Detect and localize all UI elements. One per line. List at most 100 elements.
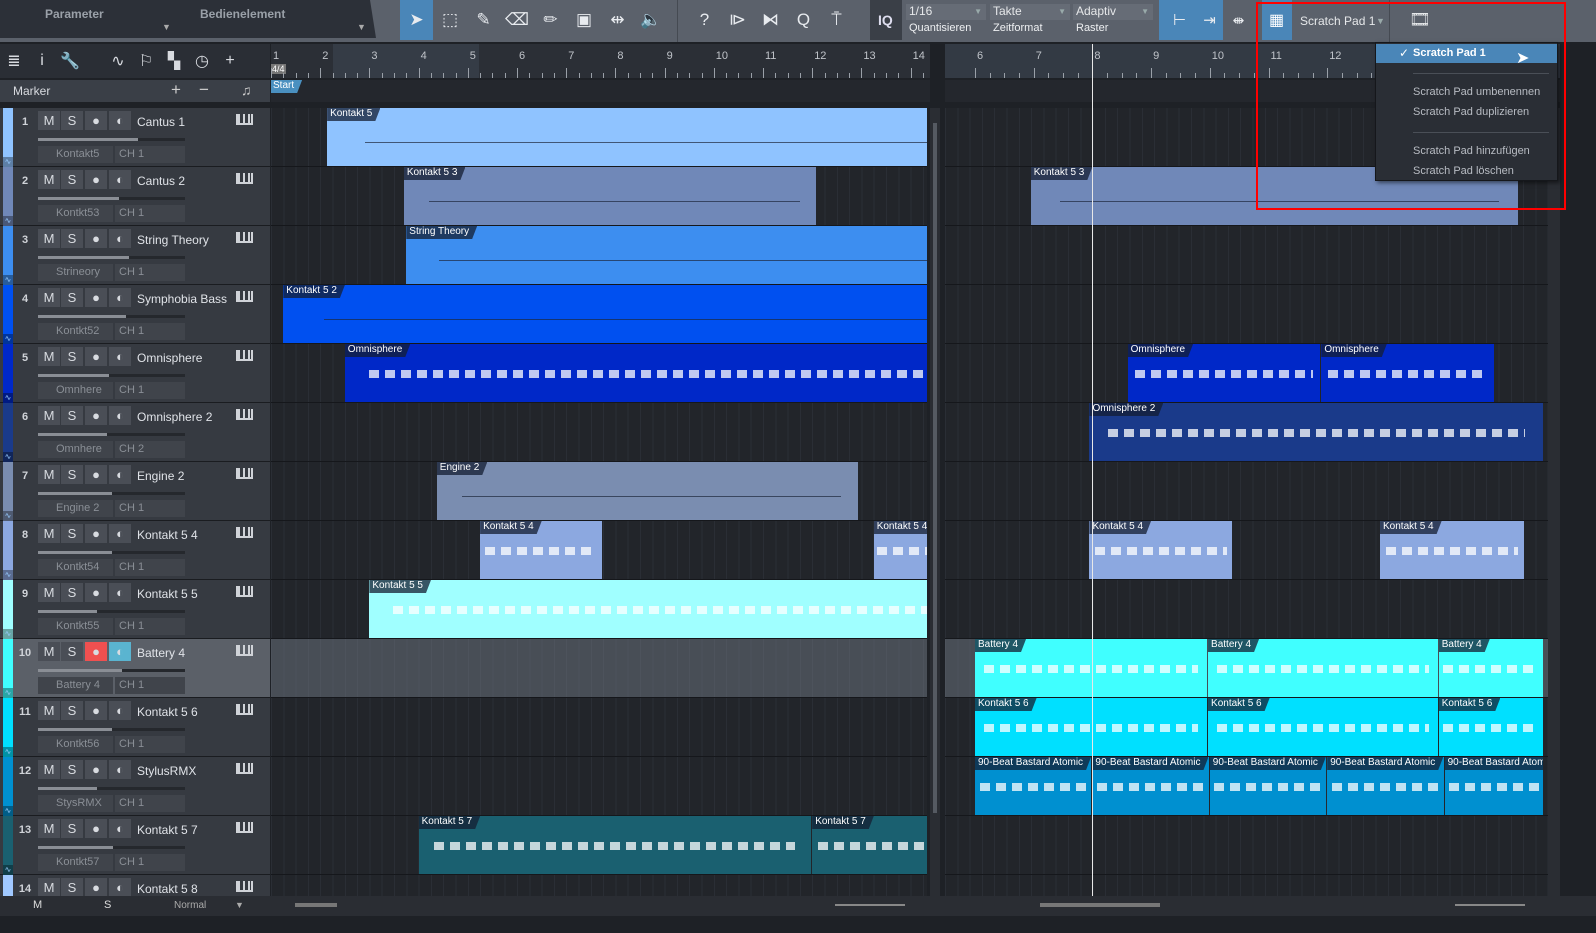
solo-button[interactable]: S — [61, 878, 83, 896]
instrument-piano-icon[interactable] — [236, 409, 253, 420]
track-name[interactable]: Omnisphere — [137, 351, 202, 365]
clip[interactable]: Battery 4 — [1438, 639, 1544, 697]
automation-icon[interactable]: ∿ — [3, 629, 13, 639]
folder-icon[interactable]: ▚ — [160, 51, 188, 71]
menu-item-duplicate[interactable]: Scratch Pad duplizieren — [1413, 106, 1529, 118]
automation-icon[interactable]: ∿ — [3, 570, 13, 580]
channel-select[interactable]: CH 1 — [115, 677, 185, 694]
iq-button[interactable]: IQ — [878, 12, 893, 28]
clip[interactable]: Omnisphere 2 — [1089, 403, 1544, 461]
menu-item-delete[interactable]: Scratch Pad löschen — [1413, 165, 1514, 177]
chevron-down-icon[interactable]: ▼ — [1376, 16, 1385, 26]
monitor-button[interactable]: ◐ — [109, 760, 131, 779]
record-button[interactable]: ● — [85, 878, 107, 896]
track-header[interactable]: ∿ 13 M S ● ◐ Kontakt 5 7 Kontkt57 CH 1 — [0, 816, 270, 875]
clip[interactable]: Omnisphere — [1321, 344, 1495, 402]
clip[interactable]: Kontakt 5 7 — [812, 816, 927, 874]
volume-fader[interactable] — [38, 787, 185, 790]
clip[interactable]: Kontakt 5 — [327, 108, 927, 166]
record-button[interactable]: ● — [85, 465, 107, 484]
volume-fader[interactable] — [38, 138, 185, 141]
track-header[interactable]: ∿ 11 M S ● ◐ Kontakt 5 6 Kontkt56 CH 1 — [0, 698, 270, 757]
record-button[interactable]: ● — [85, 170, 107, 189]
channel-select[interactable]: CH 1 — [115, 795, 185, 812]
track-name[interactable]: Kontakt 5 4 — [137, 528, 198, 542]
zoom-slider[interactable] — [835, 904, 905, 906]
monitor-button[interactable]: ◐ — [109, 878, 131, 896]
clip[interactable]: 90-Beat Bastard Atomic — [975, 757, 1092, 815]
channel-select[interactable]: CH 1 — [115, 205, 185, 222]
control-dropdown-icon[interactable]: ▼ — [357, 22, 366, 32]
instrument-piano-icon[interactable] — [236, 763, 253, 774]
clip[interactable]: Kontakt 5 4 — [873, 521, 927, 579]
record-button[interactable]: ● — [85, 760, 107, 779]
track-name[interactable]: String Theory — [137, 233, 209, 247]
monitor-button[interactable]: ◐ — [109, 524, 131, 543]
mute-button[interactable]: M — [38, 583, 60, 602]
track-header[interactable]: ∿ 12 M S ● ◐ StylusRMX StysRMX CH 1 — [0, 757, 270, 816]
track-name[interactable]: Kontakt 5 8 — [137, 882, 198, 896]
track-header[interactable]: ∿ 5 M S ● ◐ Omnisphere Omnhere CH 1 — [0, 344, 270, 403]
monitor-button[interactable]: ◐ — [109, 701, 131, 720]
range-tool-icon[interactable]: ⬚ — [434, 0, 467, 40]
solo-button[interactable]: S — [61, 111, 83, 130]
record-button[interactable]: ● — [85, 406, 107, 425]
clip[interactable]: Kontakt 5 6 — [1438, 698, 1544, 756]
mute-button[interactable]: M — [38, 465, 60, 484]
wrench-icon[interactable]: 🔧 — [56, 51, 84, 71]
mute-button[interactable]: M — [38, 760, 60, 779]
monitor-button[interactable]: ◐ — [109, 819, 131, 838]
mute-button[interactable]: M — [38, 288, 60, 307]
clip[interactable]: Omnisphere — [344, 344, 927, 402]
volume-fader[interactable] — [38, 492, 185, 495]
clip[interactable]: Engine 2 — [436, 462, 858, 520]
track-name[interactable]: Symphobia Bass — [137, 292, 227, 306]
scratch-zoom-slider[interactable] — [1455, 904, 1525, 906]
audio-bend-icon[interactable]: ⧐ — [721, 0, 754, 40]
bend-tool-icon[interactable]: ⇹ — [601, 0, 634, 40]
solo-button[interactable]: S — [61, 819, 83, 838]
automation-icon[interactable]: ∿ — [3, 865, 13, 875]
solo-button[interactable]: S — [61, 229, 83, 248]
listen-tool-icon[interactable]: 🔈 — [635, 0, 668, 40]
quantize-q-icon[interactable]: Q — [787, 0, 820, 40]
clip[interactable]: Omnisphere — [1127, 344, 1321, 402]
track-header[interactable]: ∿ 3 M S ● ◐ String Theory Strineory CH 1 — [0, 226, 270, 285]
paint-tool-icon[interactable]: ✏ — [534, 0, 567, 40]
mute-all-button[interactable]: M — [33, 899, 42, 911]
transient-icon[interactable]: ⧑ — [754, 0, 787, 40]
channel-select[interactable]: CH 1 — [115, 854, 185, 871]
instrument-piano-icon[interactable] — [236, 350, 253, 361]
instrument-select[interactable]: Kontakt5 — [38, 146, 113, 163]
track-header[interactable]: ∿ 10 M S ● ◐ Battery 4 Battery 4 CH 1 — [0, 639, 270, 698]
record-button[interactable]: ● — [85, 524, 107, 543]
mute-button[interactable]: M — [38, 701, 60, 720]
solo-all-button[interactable]: S — [104, 899, 111, 911]
clip[interactable]: Kontakt 5 5 — [369, 580, 927, 638]
channel-select[interactable]: CH 1 — [115, 146, 185, 163]
record-button[interactable]: ● — [85, 111, 107, 130]
chevron-down-icon[interactable]: ▼ — [235, 900, 244, 910]
instrument-select[interactable]: Kontkt56 — [38, 736, 113, 753]
clip[interactable]: Kontakt 5 4 — [1089, 521, 1233, 579]
channel-select[interactable]: CH 2 — [115, 441, 185, 458]
track-header[interactable]: ∿ 1 M S ● ◐ Cantus 1 Kontakt5 CH 1 — [0, 108, 270, 167]
volume-fader[interactable] — [38, 728, 185, 731]
solo-button[interactable]: S — [61, 642, 83, 661]
channel-select[interactable]: CH 1 — [115, 736, 185, 753]
instrument-piano-icon[interactable] — [236, 232, 253, 243]
monitor-button[interactable]: ◐ — [109, 170, 131, 189]
mute-button[interactable]: M — [38, 347, 60, 366]
scratch-pad-toggle[interactable]: ▦ — [1262, 0, 1292, 40]
quantize-select[interactable]: 1/16 ▼ — [906, 4, 986, 20]
track-header[interactable]: ∿ 7 M S ● ◐ Engine 2 Engine 2 CH 1 — [0, 462, 270, 521]
monitor-button[interactable]: ◐ — [109, 111, 131, 130]
track-name[interactable]: Engine 2 — [137, 469, 184, 483]
record-button[interactable]: ● — [85, 642, 107, 661]
automation-icon[interactable]: ∿ — [3, 688, 13, 698]
record-button[interactable]: ● — [85, 288, 107, 307]
clip[interactable]: Kontakt 5 4 — [1380, 521, 1524, 579]
automation-icon[interactable]: ∿ — [3, 393, 13, 403]
timeline-ruler[interactable]: 4/4 1 2 3 4 5 6 7 8 9 10 11 12 13 14 — [271, 44, 930, 78]
help-icon[interactable]: ? — [688, 0, 721, 40]
